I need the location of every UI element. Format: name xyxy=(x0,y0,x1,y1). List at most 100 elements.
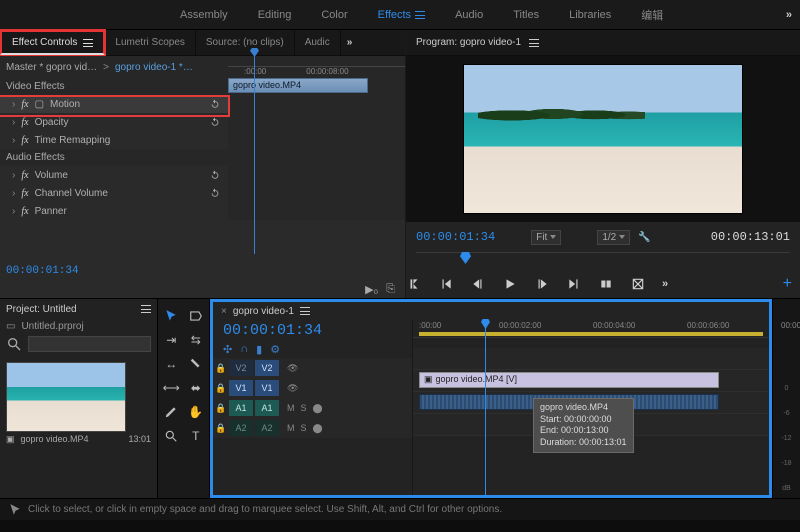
export-frame-icon[interactable] xyxy=(630,276,646,292)
workspace-tab-cjk[interactable]: 编辑 xyxy=(641,7,663,23)
track-select-fwd-icon[interactable] xyxy=(186,306,206,326)
workspace-tab-color[interactable]: Color xyxy=(321,9,347,21)
work-area-bar[interactable] xyxy=(419,332,763,336)
track-lane-v2[interactable] xyxy=(413,348,769,370)
project-tab[interactable]: Project: Untitled xyxy=(0,299,157,319)
tabs-overflow-icon[interactable]: » xyxy=(341,37,357,48)
program-viewer[interactable] xyxy=(406,56,800,222)
track-lane-v1[interactable]: ▣gopro video.MP4 [V] xyxy=(413,370,769,392)
reset-icon[interactable] xyxy=(208,168,222,182)
program-current-tc[interactable]: 00:00:01:34 xyxy=(416,230,495,244)
clip-link[interactable]: gopro video-1 *… xyxy=(115,62,193,73)
track-header-a2[interactable]: 🔒 A2 A2 M S ⬤ xyxy=(213,418,412,438)
voiceover-icon[interactable]: ⬤ xyxy=(313,423,323,434)
goto-out-icon[interactable] xyxy=(566,276,582,292)
mute-button[interactable]: M xyxy=(287,423,295,434)
export-frame-icon[interactable]: ⎘ xyxy=(386,283,395,296)
reset-icon[interactable] xyxy=(208,97,222,111)
toggle-output-icon[interactable]: 👁 xyxy=(287,383,298,394)
ripple-edit-icon[interactable]: ⇥ xyxy=(161,330,181,350)
workspace-tab-audio[interactable]: Audio xyxy=(455,9,483,21)
panel-menu-icon[interactable] xyxy=(141,305,151,313)
video-clip[interactable]: ▣gopro video.MP4 [V] xyxy=(419,372,719,388)
hand-tool-icon[interactable]: ✋ xyxy=(186,402,206,422)
expand-icon[interactable]: › xyxy=(12,206,15,217)
overflow-menu-icon[interactable]: » xyxy=(786,9,790,21)
lock-icon[interactable]: 🔒 xyxy=(213,403,229,414)
program-scrubber[interactable] xyxy=(416,252,790,270)
tab-lumetri-scopes[interactable]: Lumetri Scopes xyxy=(105,30,195,55)
slide-tool-icon[interactable]: ⬌ xyxy=(186,378,206,398)
mute-button[interactable]: M xyxy=(287,403,295,414)
slip-tool-icon[interactable]: ⟷ xyxy=(161,378,181,398)
track-a2-tgt[interactable]: A2 xyxy=(255,420,279,436)
workspace-tab-titles[interactable]: Titles xyxy=(513,9,539,21)
resolution-select[interactable]: 1/2 xyxy=(597,230,630,245)
goto-in-icon[interactable] xyxy=(438,276,454,292)
project-search-input[interactable] xyxy=(28,336,151,352)
effect-volume-row[interactable]: › fx Volume xyxy=(0,166,228,184)
marker-icon[interactable]: ▮ xyxy=(256,343,262,356)
clip-thumbnail[interactable] xyxy=(6,362,126,432)
expand-icon[interactable]: › xyxy=(12,135,15,146)
play-icon[interactable] xyxy=(502,276,518,292)
zoom-fit-select[interactable]: Fit xyxy=(531,230,561,245)
step-back-icon[interactable] xyxy=(470,276,486,292)
expand-icon[interactable]: › xyxy=(12,188,15,199)
track-v1-tgt[interactable]: V1 xyxy=(255,380,279,396)
close-icon[interactable]: × xyxy=(221,306,227,317)
search-icon[interactable] xyxy=(6,336,22,352)
workspace-tab-editing[interactable]: Editing xyxy=(258,9,292,21)
effect-time-remap-row[interactable]: › fx Time Remapping xyxy=(0,131,228,149)
effect-motion-row[interactable]: › fx ▢ Motion xyxy=(0,95,228,113)
track-a1-src[interactable]: A1 xyxy=(229,400,253,416)
effect-opacity-row[interactable]: › fx Opacity xyxy=(0,113,228,131)
snap-icon[interactable]: ✣ xyxy=(223,343,232,356)
selection-tool-icon[interactable] xyxy=(161,306,181,326)
program-tab[interactable]: Program: gopro video-1 xyxy=(406,30,800,56)
toggle-output-icon[interactable]: 👁 xyxy=(287,363,298,374)
rate-stretch-icon[interactable]: ↔ xyxy=(161,354,181,374)
track-header-a1[interactable]: 🔒 A1 A1 M S ⬤ xyxy=(213,398,412,418)
panel-menu-icon[interactable] xyxy=(83,39,93,47)
lock-icon[interactable]: 🔒 xyxy=(213,383,229,394)
track-v2-src[interactable]: V2 xyxy=(229,360,253,376)
timeline-timecode[interactable]: 00:00:01:34 xyxy=(213,320,412,341)
solo-button[interactable]: S xyxy=(301,423,307,434)
zoom-tool-icon[interactable] xyxy=(161,426,181,446)
expand-icon[interactable]: › xyxy=(12,117,15,128)
timeline-ruler[interactable]: :00:00 00:00:02:00 00:00:04:00 00:00:06:… xyxy=(413,320,769,338)
effect-controls-timecode[interactable]: 00:00:01:34 xyxy=(0,261,405,281)
rolling-edit-icon[interactable]: ⇆ xyxy=(186,330,206,350)
track-v1-src[interactable]: V1 xyxy=(229,380,253,396)
transport-overflow-icon[interactable]: » xyxy=(662,278,666,290)
lock-icon[interactable]: 🔒 xyxy=(213,363,229,374)
workspace-tab-assembly[interactable]: Assembly xyxy=(180,9,228,21)
type-tool-icon[interactable]: T xyxy=(186,426,206,446)
mark-in-icon[interactable] xyxy=(406,276,422,292)
solo-button[interactable]: S xyxy=(301,403,307,414)
step-fwd-icon[interactable] xyxy=(534,276,550,292)
expand-icon[interactable]: › xyxy=(12,99,15,110)
project-bin[interactable]: ▣ gopro video.MP4 13:01 xyxy=(0,354,157,498)
panel-menu-icon[interactable] xyxy=(529,39,539,47)
loop-icon[interactable]: ▶₀ xyxy=(365,283,378,296)
panel-menu-icon[interactable] xyxy=(300,307,310,315)
tab-effect-controls[interactable]: Effect Controls xyxy=(0,30,105,55)
reset-icon[interactable] xyxy=(208,115,222,129)
voiceover-icon[interactable]: ⬤ xyxy=(313,403,323,414)
scrubber-playhead[interactable] xyxy=(460,252,471,264)
tab-source[interactable]: Source: (no clips) xyxy=(196,30,295,55)
effect-playhead[interactable] xyxy=(254,54,255,254)
effect-panner-row[interactable]: › fx Panner xyxy=(0,202,228,220)
timeline-tracks-area[interactable]: :00:00 00:00:02:00 00:00:04:00 00:00:06:… xyxy=(413,320,769,495)
expand-icon[interactable]: › xyxy=(12,170,15,181)
razor-tool-icon[interactable] xyxy=(186,354,206,374)
lift-icon[interactable] xyxy=(598,276,614,292)
effect-timeline[interactable]: ▸ :00:00 00:00:08:00 gopro video.MP4 xyxy=(228,56,405,220)
workspace-tab-effects[interactable]: Effects xyxy=(378,9,425,21)
track-a1-tgt[interactable]: A1 xyxy=(255,400,279,416)
pen-tool-icon[interactable] xyxy=(161,402,181,422)
workspace-tab-libraries[interactable]: Libraries xyxy=(569,9,611,21)
reset-icon[interactable] xyxy=(208,186,222,200)
